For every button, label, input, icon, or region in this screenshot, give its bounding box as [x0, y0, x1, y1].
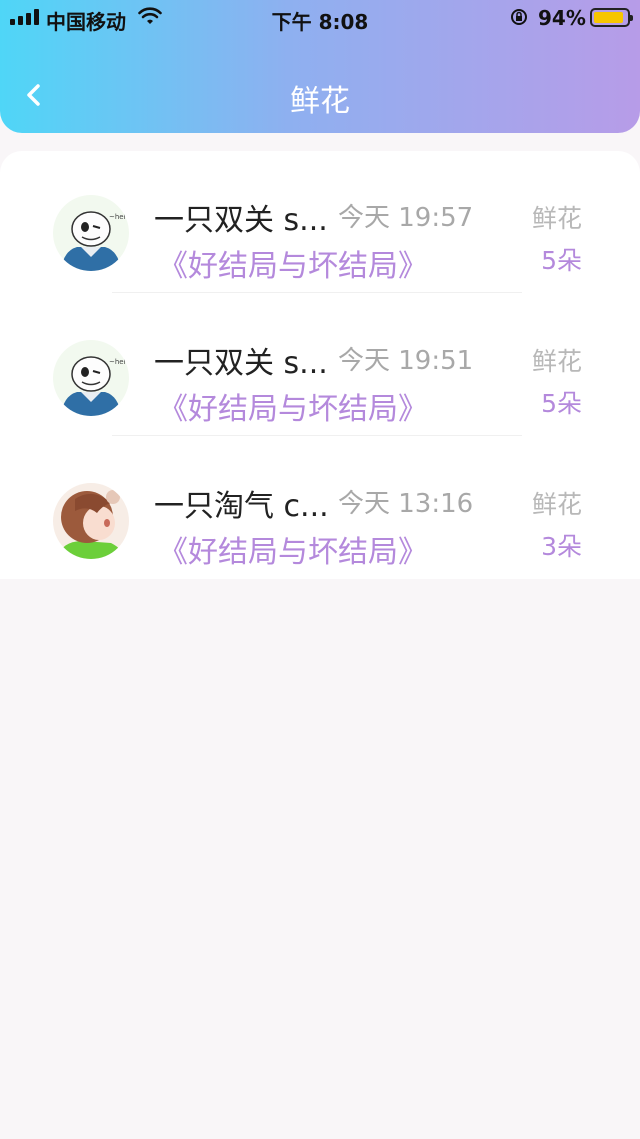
- gift-list: ~heh 一只双关 s... 今天 19:57 《好结局与坏结局》 鲜花 5朵 …: [0, 151, 640, 579]
- skeleton-avatar[interactable]: ~heh: [53, 195, 129, 271]
- page-title: 鲜花: [290, 84, 350, 119]
- book-title[interactable]: 《好结局与坏结局》: [158, 384, 428, 428]
- battery-icon: [590, 8, 633, 27]
- skeleton-avatar[interactable]: ~heh: [53, 340, 129, 416]
- child-avatar[interactable]: [53, 483, 129, 559]
- book-title[interactable]: 《好结局与坏结局》: [158, 241, 428, 285]
- row-divider: [112, 435, 522, 436]
- gift-type-label: 鲜花: [531, 490, 582, 519]
- sender-name: 一只淘气 c...: [154, 489, 329, 524]
- gift-row[interactable]: ~heh 一只双关 s... 今天 19:51 《好结局与坏结局》 鲜花 5朵: [0, 294, 640, 437]
- svg-text:~heh: ~heh: [109, 358, 128, 366]
- gift-row[interactable]: ~heh 一只双关 s... 今天 19:57 《好结局与坏结局》 鲜花 5朵: [0, 151, 640, 294]
- gift-count: 3朵: [541, 532, 582, 561]
- sender-name: 一只双关 s...: [154, 203, 328, 238]
- status-bar: 中国移动 下午 8:08 94%: [0, 0, 640, 36]
- book-title[interactable]: 《好结局与坏结局》: [158, 527, 428, 571]
- gift-time: 今天 19:51: [338, 346, 474, 376]
- gift-count: 5朵: [541, 389, 582, 418]
- gift-type-label: 鲜花: [531, 204, 582, 233]
- header-bar: 中国移动 下午 8:08 94% 鲜花: [0, 0, 640, 133]
- gift-count: 5朵: [541, 246, 582, 275]
- gift-time: 今天 19:57: [338, 203, 474, 233]
- gift-row[interactable]: 一只淘气 c... 今天 13:16 《好结局与坏结局》 鲜花 3朵: [0, 437, 640, 580]
- rotation-lock-icon: [511, 9, 527, 25]
- gift-time: 今天 13:16: [338, 489, 474, 519]
- gift-type-label: 鲜花: [531, 347, 582, 376]
- svg-text:~heh: ~heh: [109, 213, 128, 221]
- sender-name: 一只双关 s...: [154, 346, 328, 381]
- battery-percent: 94%: [538, 6, 586, 30]
- row-divider: [112, 292, 522, 293]
